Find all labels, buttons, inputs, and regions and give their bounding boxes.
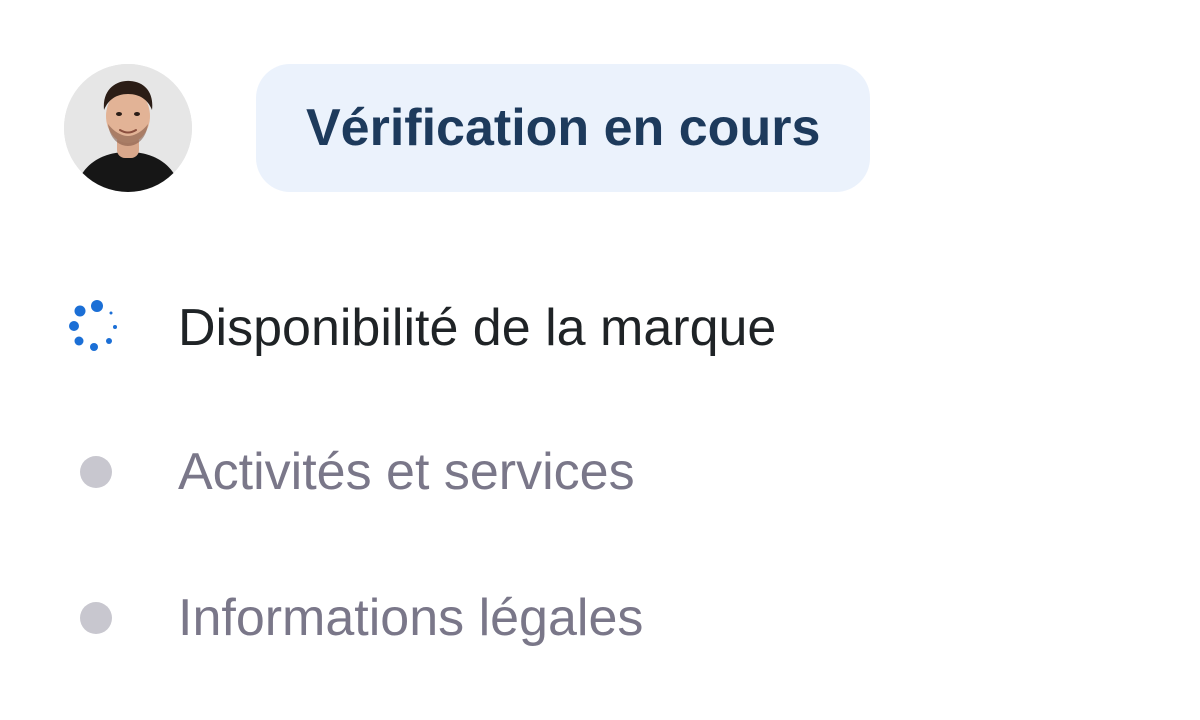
loading-spinner <box>69 300 117 351</box>
step-item-legal-information: Informations légales <box>64 546 643 690</box>
status-badge: Vérification en cours <box>256 64 871 192</box>
step-label: Activités et services <box>178 443 635 501</box>
step-label: Informations légales <box>178 589 644 647</box>
verification-header: Vérification en cours <box>64 64 871 192</box>
spinner-icon <box>64 296 128 360</box>
step-item-brand-availability: Disponibilité de la marque <box>64 256 776 400</box>
step-label: Disponibilité de la marque <box>178 299 777 357</box>
pending-dot-icon <box>80 456 112 488</box>
pending-dot-icon <box>80 602 112 634</box>
step-item-activities-services: Activités et services <box>64 400 635 544</box>
avatar <box>64 64 192 192</box>
status-label: Vérification en cours <box>306 99 821 157</box>
user-photo <box>64 64 192 192</box>
